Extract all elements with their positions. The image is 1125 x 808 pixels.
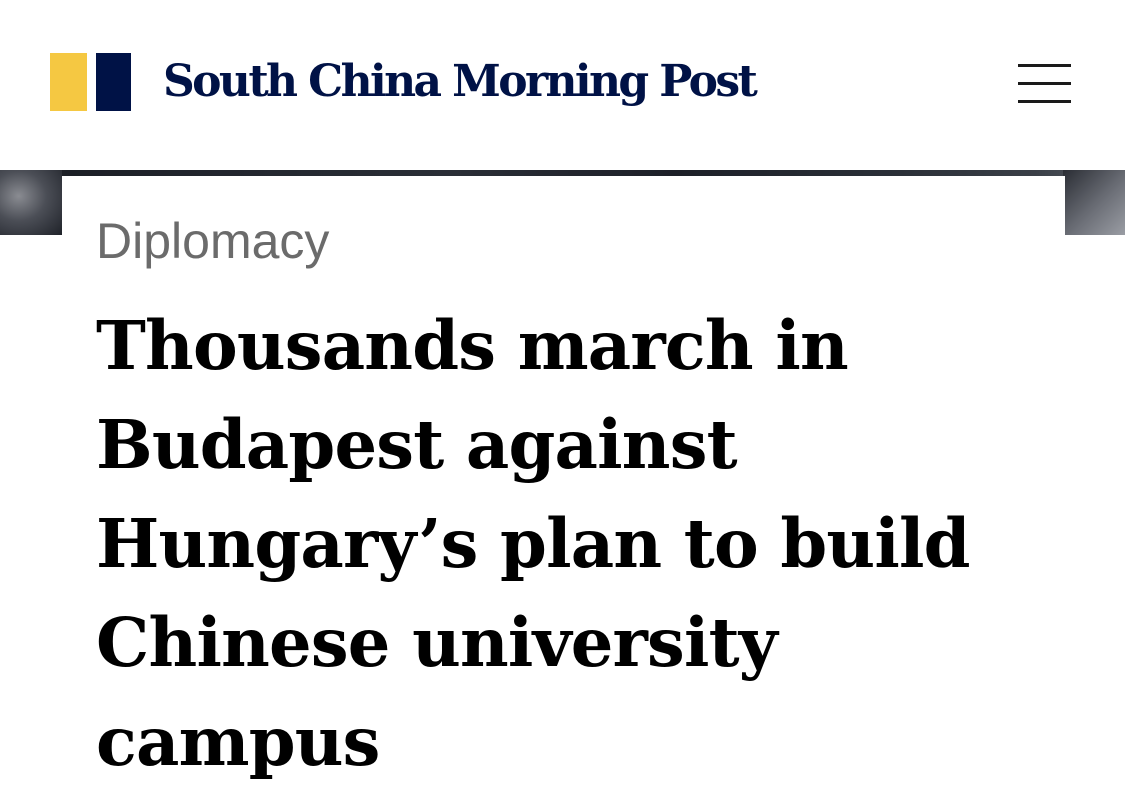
logo-yellow-block bbox=[50, 53, 87, 111]
hamburger-menu-icon bbox=[1018, 64, 1071, 67]
hero-image-right-edge bbox=[1063, 170, 1125, 235]
section-label[interactable]: Diplomacy bbox=[96, 210, 329, 272]
logo-navy-block bbox=[96, 53, 131, 111]
scmp-logo-icon[interactable] bbox=[50, 53, 131, 111]
brand-name[interactable]: South China Morning Post bbox=[163, 52, 758, 112]
article-headline: Thousands march in Budapest against Hung… bbox=[96, 306, 970, 781]
hero-image-left-edge bbox=[0, 170, 62, 235]
site-header: South China Morning Post bbox=[0, 0, 1125, 170]
menu-button[interactable] bbox=[1010, 56, 1078, 112]
